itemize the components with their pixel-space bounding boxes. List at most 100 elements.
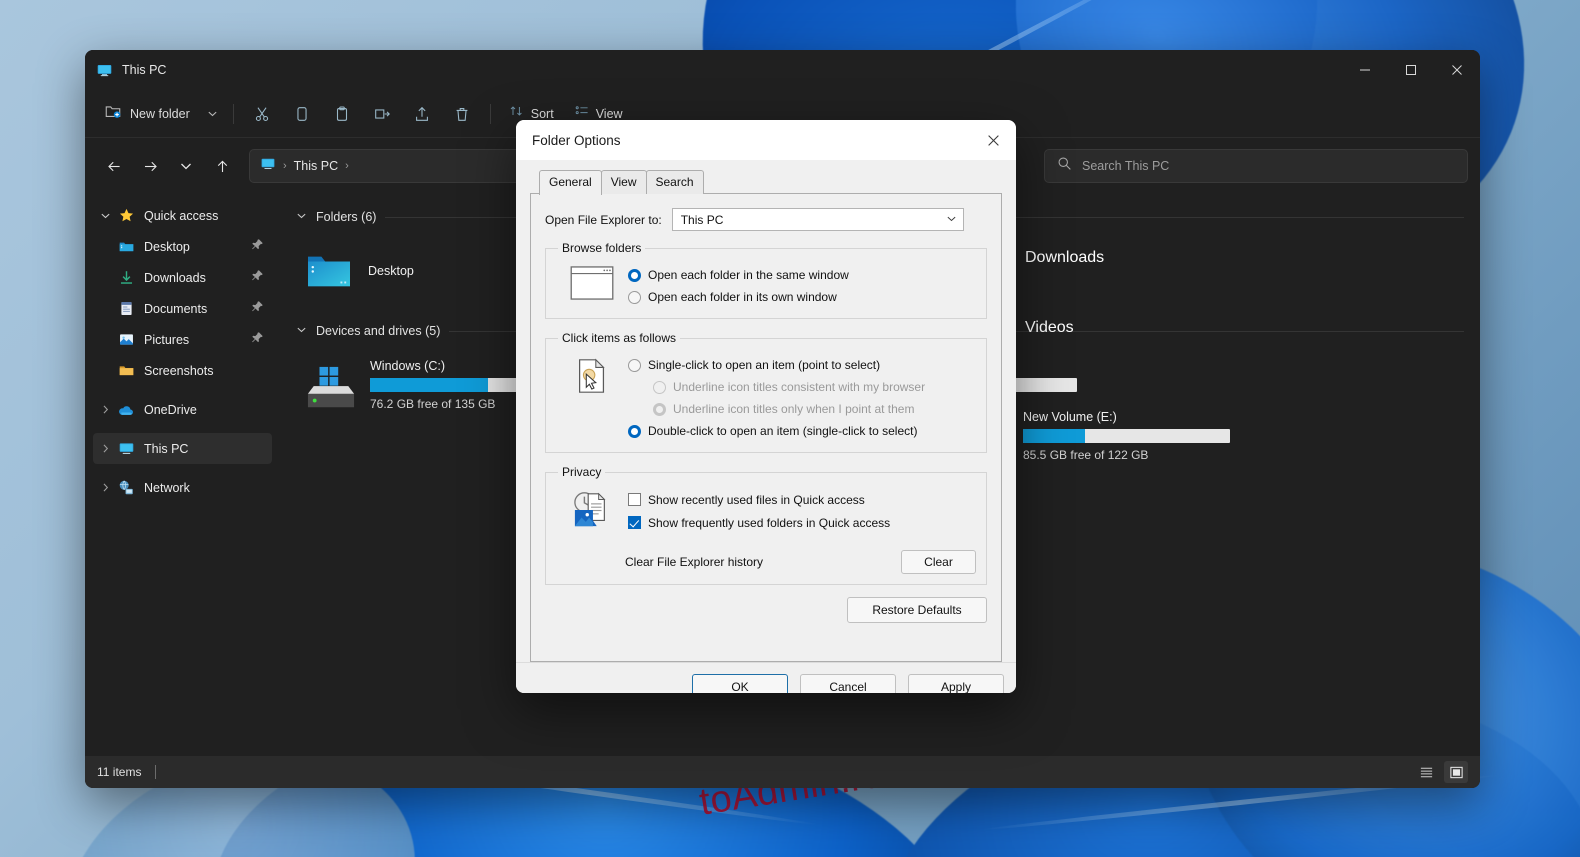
privacy-group: Privacy Show recently used files in Quic… [545, 465, 987, 585]
tab-general[interactable]: General [539, 170, 602, 195]
sidebar-item-network[interactable]: Network [93, 472, 272, 503]
cancel-button[interactable]: Cancel [800, 673, 896, 693]
tab-search[interactable]: Search [645, 170, 704, 194]
apply-button[interactable]: Apply [908, 673, 1004, 693]
sidebar-item-documents[interactable]: Documents [93, 293, 272, 324]
checkbox-recent-files[interactable]: Show recently used files in Quick access [628, 488, 976, 511]
radio-button [653, 380, 666, 394]
star-icon [117, 207, 135, 225]
drive-usage-bar [1023, 429, 1230, 443]
clear-button[interactable]: Clear [901, 550, 976, 574]
breadcrumb-separator: › [345, 160, 349, 172]
new-folder-button[interactable]: New folder [95, 98, 199, 130]
divider [155, 765, 157, 779]
checkbox[interactable] [628, 516, 641, 529]
recent-locations-chevron-down-icon[interactable] [169, 150, 203, 182]
pictures-icon [117, 331, 135, 349]
list-item[interactable]: Windows (C:) 76.2 GB free of 135 GB [296, 350, 577, 426]
close-icon[interactable] [970, 120, 1016, 160]
clear-history-label: Clear File Explorer history [625, 555, 764, 569]
network-icon [117, 479, 135, 497]
radio-button[interactable] [628, 290, 641, 304]
radio-button[interactable] [628, 358, 641, 372]
pin-icon[interactable] [251, 331, 264, 349]
arrow-up-icon[interactable] [205, 150, 239, 182]
radio-underline-consistent: Underline icon titles consistent with my… [628, 376, 976, 398]
list-item[interactable]: Downloads [1025, 249, 1104, 267]
chevron-right-icon[interactable] [93, 404, 117, 415]
breadcrumb-item[interactable]: This PC [294, 159, 338, 173]
dialog-tabs: General View Search [530, 168, 1002, 195]
arrow-right-icon[interactable] [133, 150, 167, 182]
pin-icon[interactable] [251, 269, 264, 287]
download-icon [117, 269, 135, 287]
sidebar-item-pictures[interactable]: Pictures [93, 324, 272, 355]
list-item[interactable]: Desktop [296, 236, 546, 306]
rename-icon[interactable] [363, 98, 401, 130]
restore-defaults-button[interactable]: Restore Defaults [847, 597, 987, 623]
this-pc-icon [117, 440, 135, 458]
share-icon[interactable] [403, 98, 441, 130]
checkbox-frequent-folders[interactable]: Show frequently used folders in Quick ac… [628, 511, 976, 534]
radio-button[interactable] [628, 424, 641, 438]
ok-button[interactable]: OK [692, 673, 788, 693]
close-icon[interactable] [1434, 50, 1480, 90]
radio-label: Open each folder in its own window [648, 290, 837, 304]
new-folder-icon [104, 102, 122, 125]
search-input[interactable]: Search This PC [1044, 149, 1468, 183]
pin-icon[interactable] [251, 238, 264, 256]
pin-icon[interactable] [251, 300, 264, 318]
radio-open-same-window[interactable]: Open each folder in the same window [628, 264, 976, 286]
radio-button[interactable] [628, 268, 641, 282]
chevron-down-icon[interactable] [201, 108, 224, 119]
onedrive-cloud-icon [117, 401, 135, 419]
browse-folders-group: Browse folders Open each folder in the s… [545, 241, 987, 319]
list-item[interactable]: Videos [1025, 319, 1074, 337]
radio-single-click[interactable]: Single-click to open an item (point to s… [628, 354, 976, 376]
clear-history-row: Clear File Explorer history Clear [556, 550, 976, 574]
sidebar-item-quick-access[interactable]: Quick access [93, 200, 272, 231]
scissors-icon[interactable] [243, 98, 281, 130]
chevron-down-icon[interactable] [296, 208, 307, 226]
trash-icon[interactable] [443, 98, 481, 130]
click-pointer-icon [556, 354, 628, 442]
search-placeholder: Search This PC [1082, 159, 1170, 173]
checkbox[interactable] [628, 493, 641, 506]
radio-open-own-window[interactable]: Open each folder in its own window [628, 286, 976, 308]
checkbox-label: Show recently used files in Quick access [648, 492, 865, 507]
desktop: toAdmin.ru This PC New folder Sort View … [0, 0, 1580, 857]
radio-double-click[interactable]: Double-click to open an item (single-cli… [628, 420, 976, 442]
this-pc-icon [96, 62, 113, 79]
chevron-right-icon[interactable] [93, 443, 117, 454]
radio-label: Single-click to open an item (point to s… [648, 358, 881, 372]
open-to-value: This PC [680, 212, 724, 227]
open-to-dropdown[interactable]: This PC [671, 208, 964, 231]
minimize-icon[interactable] [1342, 50, 1388, 90]
open-to-label: Open File Explorer to: [545, 212, 662, 227]
click-items-legend: Click items as follows [562, 331, 677, 345]
dialog-body: General View Search Open File Explorer t… [516, 160, 1016, 662]
sidebar-item-this-pc[interactable]: This PC [93, 433, 272, 464]
arrow-left-icon[interactable] [97, 150, 131, 182]
sidebar-item-desktop[interactable]: Desktop [93, 231, 272, 262]
sidebar-item-screenshots[interactable]: Screenshots [93, 355, 272, 386]
sidebar-item-downloads[interactable]: Downloads [93, 262, 272, 293]
details-view-icon[interactable] [1414, 761, 1438, 783]
chevron-down-icon [946, 213, 957, 227]
sidebar-item-onedrive[interactable]: OneDrive [93, 394, 272, 425]
chevron-down-icon[interactable] [93, 210, 117, 221]
chevron-down-icon[interactable] [296, 322, 307, 340]
tab-view[interactable]: View [600, 170, 647, 194]
this-pc-icon [260, 156, 276, 177]
sidebar-item-label: This PC [144, 441, 189, 456]
large-icons-view-icon[interactable] [1444, 761, 1468, 783]
click-items-content: Single-click to open an item (point to s… [556, 354, 976, 442]
list-item[interactable]: New Volume (E:) 85.5 GB free of 122 GB [1023, 407, 1253, 462]
clipboard-icon[interactable] [323, 98, 361, 130]
group-label: Devices and drives (5) [316, 324, 441, 338]
privacy-legend: Privacy [562, 465, 602, 479]
maximize-icon[interactable] [1388, 50, 1434, 90]
privacy-history-icon [556, 488, 628, 534]
copy-icon[interactable] [283, 98, 321, 130]
chevron-right-icon[interactable] [93, 482, 117, 493]
